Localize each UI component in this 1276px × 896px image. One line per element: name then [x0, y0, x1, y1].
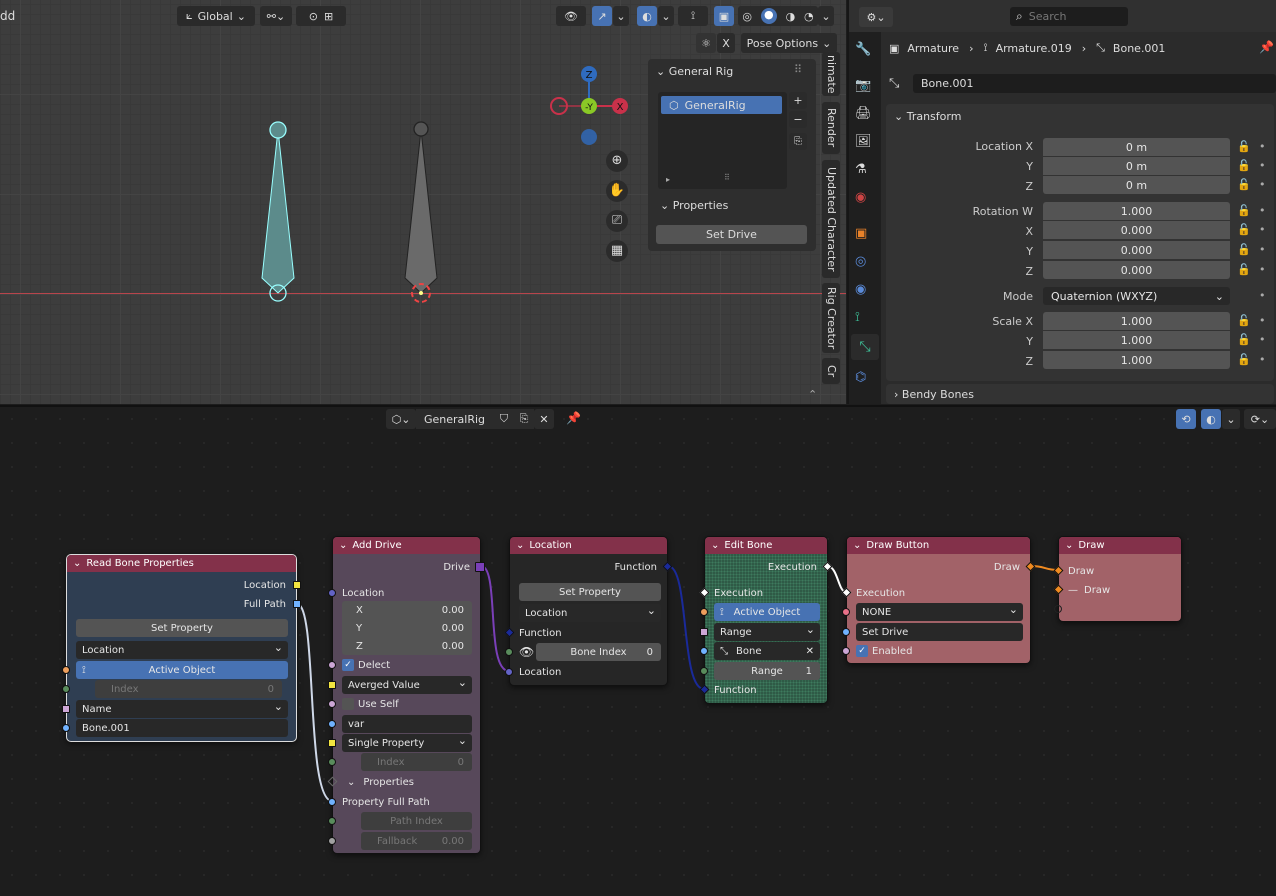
- location-output-label: Location: [519, 666, 562, 678]
- chevron-down-icon: ⌄: [73, 558, 82, 569]
- output-drive-label: Drive: [443, 561, 470, 573]
- execution-label: Execution: [714, 587, 764, 599]
- location-socket[interactable]: [328, 589, 336, 597]
- index-socket[interactable]: [62, 685, 70, 693]
- z-field[interactable]: Z 0.00: [342, 637, 472, 655]
- draw-button-node[interactable]: ⌄Draw Button Draw Execution NONE Set Dri…: [841, 536, 1036, 664]
- dash-icon: —: [1068, 584, 1078, 596]
- active-object-button[interactable]: ⟟ Active Object: [714, 603, 820, 621]
- property-full-path-label: Property Full Path: [342, 796, 430, 808]
- read-bone-properties-node[interactable]: ⌄ Read Bone Properties Location Full Path…: [62, 554, 301, 742]
- enum-socket[interactable]: [62, 705, 70, 713]
- output-location-label: Location: [243, 579, 286, 591]
- index-field[interactable]: Index 0: [361, 753, 472, 771]
- node-header[interactable]: ⌄ Draw: [1059, 537, 1181, 554]
- property-full-path-socket[interactable]: [328, 798, 336, 806]
- node-header[interactable]: ⌄ Read Bone Properties: [67, 555, 296, 572]
- enum-socket[interactable]: [328, 681, 336, 689]
- delect-checkbox[interactable]: ✓ Delect: [342, 656, 390, 674]
- armature-icon: ⟟: [82, 664, 86, 676]
- node-header[interactable]: ⌄ Edit Bone: [705, 537, 827, 554]
- properties-subpanel[interactable]: ⌄ Properties: [347, 773, 414, 791]
- location-dropdown[interactable]: Location: [519, 604, 661, 622]
- single-property-dropdown[interactable]: Single Property: [342, 734, 472, 752]
- set-property-button[interactable]: Set Property: [519, 583, 661, 601]
- index-field[interactable]: Index 0: [95, 680, 282, 698]
- location-dropdown[interactable]: Location: [76, 641, 288, 659]
- bone-field[interactable]: ⤡ Bone ✕: [714, 642, 820, 660]
- chevron-down-icon: ⌄: [347, 776, 356, 788]
- output-draw-label: Draw: [993, 561, 1020, 573]
- chevron-down-icon: ⌄: [516, 540, 525, 551]
- set-property-button[interactable]: Set Property: [76, 619, 288, 637]
- checkmark-icon: ✓: [342, 659, 354, 671]
- add-drive-node[interactable]: ⌄ Add Drive Drive Location X 0.00 Y 0.00 Z0…: [327, 536, 485, 854]
- set-drive-input[interactable]: Set Drive: [856, 623, 1023, 641]
- output-full-path-label: Full Path: [243, 598, 286, 610]
- draw-node[interactable]: ⌄ Draw Draw — Draw: [1053, 536, 1182, 622]
- node-header[interactable]: ⌄ Add Drive: [333, 537, 480, 554]
- location-node[interactable]: ⌄ Location Function Set Property Location…: [504, 536, 673, 686]
- location-input-socket[interactable]: [505, 668, 513, 676]
- bool-socket[interactable]: [842, 647, 850, 655]
- output-drive-socket[interactable]: [475, 562, 485, 572]
- enabled-checkbox[interactable]: ✓ Enabled: [856, 642, 912, 660]
- edit-bone-node[interactable]: ⌄ Edit Bone Execution Execution ⟟ Active O…: [699, 536, 833, 704]
- draw-input-label: Draw: [1068, 565, 1095, 577]
- enum-socket[interactable]: [700, 628, 708, 636]
- eye-icon[interactable]: 👁: [519, 643, 534, 661]
- node-header[interactable]: ⌄ Draw Button: [847, 537, 1030, 554]
- armature-icon: ⟟: [720, 606, 724, 618]
- location-label: Location: [342, 587, 385, 599]
- bone-icon: ⤡: [720, 645, 728, 657]
- output-execution-label: Execution: [767, 561, 817, 573]
- var-input[interactable]: var: [342, 715, 472, 733]
- execution-label: Execution: [856, 587, 906, 599]
- icon-socket[interactable]: [842, 608, 850, 616]
- icon-dropdown[interactable]: NONE: [856, 603, 1023, 621]
- output-location-socket[interactable]: [293, 581, 301, 589]
- path-index-field[interactable]: Path Index: [361, 812, 472, 830]
- bone-socket[interactable]: [700, 647, 708, 655]
- chevron-down-icon: ⌄: [853, 540, 862, 551]
- path-index-socket[interactable]: [328, 817, 336, 825]
- bool-socket[interactable]: [328, 661, 336, 669]
- bone-name-input[interactable]: Bone.001: [76, 719, 288, 737]
- chevron-down-icon: ⌄: [1065, 540, 1074, 551]
- enum-socket[interactable]: [328, 739, 336, 747]
- bone-index-socket[interactable]: [505, 648, 513, 656]
- active-object-button[interactable]: ⟟ Active Object: [76, 661, 288, 679]
- range-dropdown[interactable]: Range: [714, 623, 820, 641]
- chevron-down-icon: ⌄: [339, 540, 348, 551]
- use-self-checkbox[interactable]: Use Self: [342, 695, 399, 713]
- range-field[interactable]: Range 1: [714, 662, 820, 680]
- empty-socket[interactable]: [1054, 605, 1062, 613]
- draw-input-2-row: — Draw: [1068, 584, 1111, 596]
- string-socket[interactable]: [62, 724, 70, 732]
- range-socket[interactable]: [700, 667, 708, 675]
- fallback-field[interactable]: Fallback 0.00: [361, 832, 472, 850]
- object-socket[interactable]: [700, 608, 708, 616]
- close-icon[interactable]: ✕: [806, 646, 814, 657]
- function-label: Function: [714, 684, 757, 696]
- name-dropdown[interactable]: Name: [76, 700, 288, 718]
- averaged-value-dropdown[interactable]: Averged Value: [342, 676, 472, 694]
- string-socket[interactable]: [328, 720, 336, 728]
- checkmark-icon: ✓: [856, 645, 868, 657]
- fallback-socket[interactable]: [328, 837, 336, 845]
- object-socket[interactable]: [62, 666, 70, 674]
- output-full-path-socket[interactable]: [293, 600, 301, 608]
- node-header[interactable]: ⌄ Location: [510, 537, 667, 554]
- text-socket[interactable]: [842, 628, 850, 636]
- bone-index-field[interactable]: Bone Index 0: [536, 643, 661, 661]
- node-links: [296, 565, 1171, 802]
- x-field[interactable]: X 0.00: [342, 601, 472, 619]
- index-socket[interactable]: [328, 758, 336, 766]
- y-field[interactable]: Y 0.00: [342, 619, 472, 637]
- chevron-down-icon: ⌄: [711, 540, 720, 551]
- bool-socket[interactable]: [328, 700, 336, 708]
- output-function-label: Function: [614, 561, 657, 573]
- function-label: Function: [519, 627, 562, 639]
